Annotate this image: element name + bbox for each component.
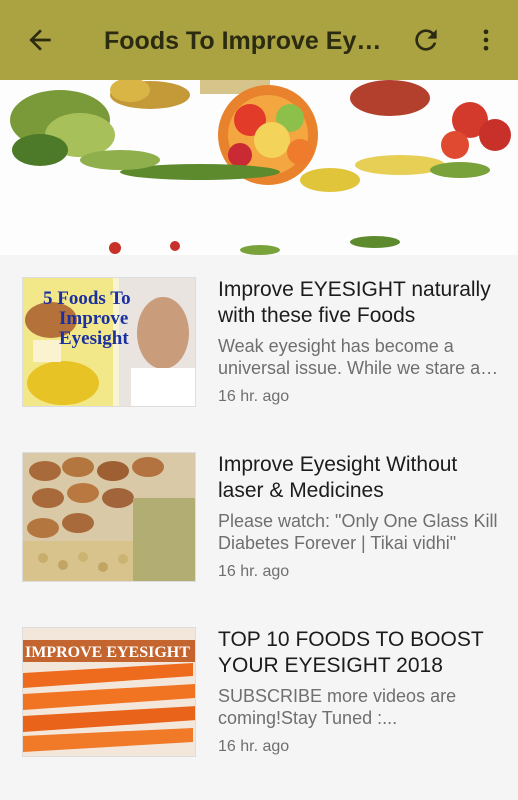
thumb-text-3: Eyesight	[59, 328, 129, 349]
app-bar: Foods To Improve Eyesight	[0, 0, 518, 80]
video-list: 5 Foods To Improve Eyesight Improve EYES…	[0, 255, 518, 800]
banner-image	[0, 80, 518, 255]
video-description: Weak eyesight has become a universal iss…	[218, 336, 486, 378]
page-title: Foods To Improve Eyesight	[104, 27, 382, 55]
thumbnail-carrots: IMPROVE EYESIGHT	[23, 628, 195, 756]
video-thumbnail[interactable]	[22, 452, 196, 582]
more-vert-icon[interactable]	[472, 24, 500, 56]
refresh-icon[interactable]	[410, 24, 442, 56]
video-title[interactable]: Improve EYESIGHT naturally with these fi…	[218, 277, 502, 329]
video-title[interactable]: TOP 10 FOODS TO BOOST YOUR EYESIGHT 2018	[218, 627, 502, 679]
video-timestamp: 16 hr. ago	[218, 738, 290, 755]
list-item[interactable]: 5 Foods To Improve Eyesight Improve EYES…	[0, 255, 518, 415]
video-title[interactable]: Improve Eyesight Without laser & Medicin…	[218, 452, 502, 504]
item-text-block: TOP 10 FOODS TO BOOST YOUR EYESIGHT 2018…	[218, 627, 502, 756]
video-description: SUBSCRIBE more videos are coming!Stay Tu…	[218, 686, 457, 728]
video-thumbnail[interactable]: 5 Foods To Improve Eyesight	[22, 277, 196, 407]
thumbnail-eyesight-foods: 5 Foods To Improve Eyesight	[23, 278, 195, 406]
video-description: Please watch: "Only One Glass Kill Diabe…	[218, 511, 498, 553]
item-text-block: Improve Eyesight Without laser & Medicin…	[218, 452, 502, 581]
thumb-text-1: 5 Foods To	[43, 288, 131, 309]
thumb-text-improve: IMPROVE EYESIGHT	[25, 644, 190, 661]
arrow-back-icon[interactable]	[24, 24, 56, 56]
video-thumbnail[interactable]: IMPROVE EYESIGHT	[22, 627, 196, 757]
banner-fruits-illustration	[0, 80, 518, 255]
video-timestamp: 16 hr. ago	[218, 563, 290, 580]
thumb-text-2: Improve	[59, 308, 128, 329]
list-item[interactable]: IMPROVE EYESIGHT TOP 10 FOODS TO BOOST Y…	[0, 605, 518, 765]
item-text-block: Improve EYESIGHT naturally with these fi…	[218, 277, 502, 406]
video-timestamp: 16 hr. ago	[218, 388, 290, 405]
list-item[interactable]: Improve Eyesight Without laser & Medicin…	[0, 430, 518, 590]
thumbnail-nuts-seeds	[23, 453, 195, 581]
